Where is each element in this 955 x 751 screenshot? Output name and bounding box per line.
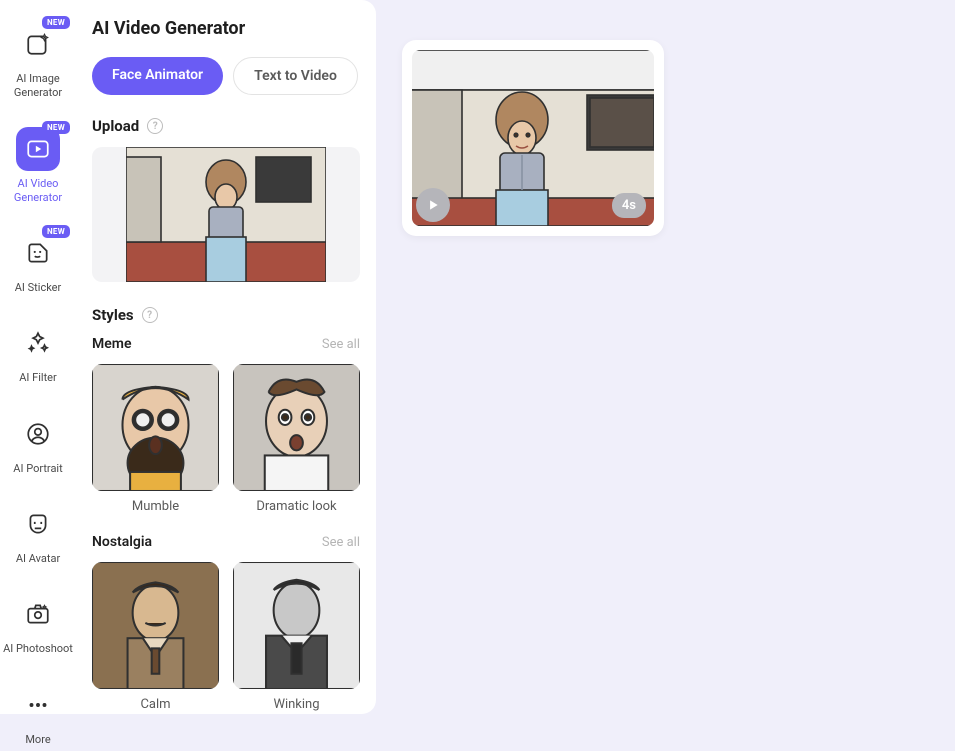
mode-tabs: Face Animator Text to Video <box>92 57 360 95</box>
upload-thumbnail <box>126 147 326 282</box>
sidebar-item-label: AI Image Generator <box>3 72 73 101</box>
video-result-card[interactable]: 4s <box>402 40 664 236</box>
sidebar-item-ai-image-generator[interactable]: NEW AI Image Generator <box>0 18 76 105</box>
sidebar-item-ai-portrait[interactable]: AI Portrait <box>0 408 76 480</box>
new-badge: NEW <box>42 121 70 134</box>
upload-title: Upload <box>92 117 139 135</box>
styles-title: Styles <box>92 306 134 324</box>
style-label: Winking <box>233 697 360 712</box>
sidebar-item-label: AI Filter <box>19 371 57 385</box>
more-icon <box>16 683 60 727</box>
photoshoot-icon <box>16 592 60 636</box>
style-thumbnail <box>92 364 219 491</box>
see-all-link[interactable]: See all <box>322 337 360 352</box>
style-card-winking[interactable]: Winking <box>233 562 360 712</box>
filter-icon <box>16 321 60 365</box>
help-icon[interactable]: ? <box>147 118 163 134</box>
style-group-name: Meme <box>92 336 131 352</box>
help-icon[interactable]: ? <box>142 307 158 323</box>
style-label: Dramatic look <box>233 499 360 514</box>
style-group-header-nostalgia: Nostalgia See all <box>92 534 360 550</box>
canvas-area: 4s <box>376 0 955 714</box>
sidebar-item-label: AI Portrait <box>13 462 62 476</box>
sidebar-item-ai-avatar[interactable]: AI Avatar <box>0 498 76 570</box>
sidebar-item-ai-sticker[interactable]: NEW AI Sticker <box>0 227 76 299</box>
sidebar-item-label: AI Sticker <box>15 281 62 295</box>
duration-badge: 4s <box>612 193 646 218</box>
settings-panel: AI Video Generator Face Animator Text to… <box>76 0 376 714</box>
panel-title: AI Video Generator <box>92 18 360 39</box>
portrait-icon <box>16 412 60 456</box>
style-group-name: Nostalgia <box>92 534 152 550</box>
play-icon <box>426 198 440 212</box>
new-badge: NEW <box>42 16 70 29</box>
style-label: Mumble <box>92 499 219 514</box>
style-group-header-meme: Meme See all <box>92 336 360 352</box>
style-label: Calm <box>92 697 219 712</box>
style-card-dramatic-look[interactable]: Dramatic look <box>233 364 360 514</box>
sidebar-item-ai-video-generator[interactable]: NEW AI Video Generator <box>0 123 76 210</box>
see-all-link[interactable]: See all <box>322 535 360 550</box>
sidebar-item-label: AI Video Generator <box>3 177 73 206</box>
sidebar-item-ai-filter[interactable]: AI Filter <box>0 317 76 389</box>
style-grid-nostalgia: Calm Winking <box>92 562 360 712</box>
styles-header: Styles ? <box>92 306 360 324</box>
style-card-mumble[interactable]: Mumble <box>92 364 219 514</box>
avatar-icon <box>16 502 60 546</box>
new-badge: NEW <box>42 225 70 238</box>
style-card-calm[interactable]: Calm <box>92 562 219 712</box>
sidebar-item-more[interactable]: More <box>0 679 76 751</box>
sidebar-item-label: AI Photoshoot <box>3 642 73 656</box>
sidebar-item-ai-photoshoot[interactable]: AI Photoshoot <box>0 588 76 660</box>
sidebar: NEW AI Image Generator NEW AI Video Gene… <box>0 0 76 714</box>
style-thumbnail <box>233 562 360 689</box>
style-thumbnail <box>92 562 219 689</box>
play-button[interactable] <box>416 188 450 222</box>
tab-face-animator[interactable]: Face Animator <box>92 57 223 95</box>
style-grid-meme: Mumble Dramatic look <box>92 364 360 514</box>
upload-box[interactable] <box>92 147 360 282</box>
style-thumbnail <box>233 364 360 491</box>
upload-header: Upload ? <box>92 117 360 135</box>
sidebar-item-label: AI Avatar <box>16 552 60 566</box>
tab-text-to-video[interactable]: Text to Video <box>233 57 358 95</box>
sidebar-item-label: More <box>25 733 50 747</box>
